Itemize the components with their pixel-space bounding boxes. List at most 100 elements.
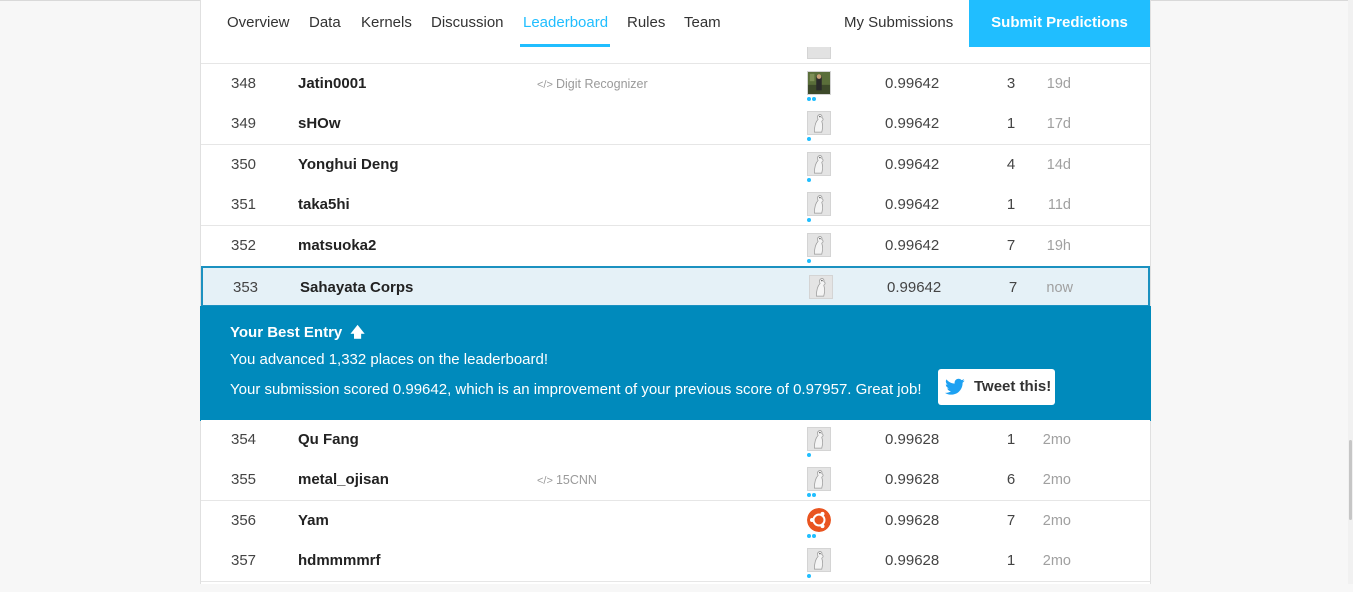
last-submission-cell: 17d — [1046, 116, 1071, 133]
team-name-link[interactable]: sHOw — [298, 104, 341, 144]
kernel-link[interactable]: </> 15CNN — [537, 460, 597, 501]
team-member-avatar[interactable] — [807, 548, 831, 573]
tweet-button-label: Tweet this! — [974, 378, 1052, 395]
kernel-name: Digit Recognizer — [555, 77, 648, 91]
table-row[interactable]: 357 hdmmmmrf 0.99628 1 2mo — [201, 541, 1150, 583]
team-member-avatar[interactable] — [807, 111, 831, 136]
score-cell: 0.99642 — [885, 196, 940, 214]
last-submission-cell: 11d — [1047, 197, 1071, 214]
team-name-link[interactable]: hdmmmmrf — [298, 541, 381, 581]
table-row[interactable]: 354 Qu Fang 0.99628 1 2mo — [201, 420, 1150, 461]
rank-cell: 350 — [231, 155, 257, 173]
last-submission-cell: 2mo — [1042, 553, 1071, 570]
team-member-avatar[interactable] — [807, 71, 831, 95]
team-member-avatar[interactable] — [807, 507, 831, 532]
kernel-link[interactable]: </> Digit Recognizer — [537, 64, 648, 105]
dot-indicator — [812, 533, 816, 538]
score-cell: 0.99642 — [885, 75, 940, 92]
submission-dots — [807, 97, 817, 101]
team-name-link[interactable]: Sahayata Corps — [300, 268, 413, 308]
team-member-avatar[interactable] — [807, 467, 831, 492]
dot-indicator — [807, 453, 811, 457]
tab-overview[interactable]: Overview — [227, 14, 290, 31]
entries-cell: 7 — [1008, 279, 1018, 296]
rank-cell: 352 — [231, 236, 257, 254]
avatar[interactable] — [807, 47, 831, 59]
team-member-avatar[interactable] — [807, 151, 831, 176]
team-name-link[interactable]: taka5hi — [298, 185, 350, 225]
team-name-link[interactable]: Yonghui Deng — [298, 145, 399, 185]
dot-indicator — [807, 137, 811, 142]
arrow-up-icon: 🡅 — [350, 324, 365, 340]
team-member-avatar[interactable] — [807, 232, 831, 257]
table-row[interactable]: 356 Yam 0.99628 7 2mo — [201, 500, 1150, 542]
twitter-icon — [945, 378, 965, 395]
submission-dots — [807, 258, 812, 263]
submission-dots — [807, 137, 812, 142]
team-member-avatar[interactable] — [807, 192, 831, 217]
tab-data[interactable]: Data — [309, 14, 341, 31]
entries-cell: 6 — [1006, 471, 1016, 489]
dot-indicator — [807, 218, 811, 223]
entries-cell: 3 — [1006, 75, 1016, 92]
submission-dots — [807, 218, 812, 223]
rank-cell: 353 — [233, 279, 259, 296]
rank-cell: 351 — [231, 196, 257, 214]
tab-rules[interactable]: Rules — [627, 14, 665, 31]
last-submission-cell: now — [1046, 280, 1073, 296]
best-entry-title-text: Your Best Entry — [230, 324, 343, 341]
team-name-link[interactable]: Yam — [298, 501, 329, 541]
team-member-avatar[interactable] — [809, 275, 833, 299]
last-submission-cell: 19h — [1046, 237, 1071, 254]
table-row[interactable]: 349 sHOw 0.99642 1 17d — [201, 104, 1150, 146]
entries-cell: 4 — [1006, 155, 1016, 173]
team-name-link[interactable]: Jatin0001 — [298, 64, 366, 104]
tab-leaderboard[interactable]: Leaderboard — [523, 14, 608, 31]
kernel-name: 15CNN — [555, 473, 597, 488]
leaderboard-panel: Overview Data Kernels Discussion Leaderb… — [200, 0, 1151, 584]
team-member-avatar[interactable] — [807, 427, 831, 451]
my-leaderboard-row[interactable]: 353 Sahayata Corps 0.99642 7 now — [201, 266, 1150, 307]
table-row[interactable]: 351 taka5hi 0.99642 1 11d — [201, 185, 1150, 227]
table-row-partial — [201, 47, 1150, 64]
rank-cell: 348 — [231, 75, 257, 92]
table-row[interactable]: 350 Yonghui Deng 0.99642 4 14d — [201, 144, 1150, 186]
last-submission-cell: 2mo — [1042, 512, 1071, 529]
rank-cell: 355 — [231, 471, 257, 489]
tab-team[interactable]: Team — [684, 14, 721, 31]
dot-indicator — [807, 258, 811, 263]
score-cell: 0.99642 — [885, 236, 940, 254]
score-cell: 0.99642 — [887, 279, 942, 296]
last-submission-cell: 2mo — [1042, 432, 1071, 448]
table-row[interactable]: 348 Jatin0001 </> Digit Recognizer 0.99642 3… — [201, 64, 1150, 105]
last-submission-cell: 19d — [1046, 76, 1071, 92]
scrollbar[interactable] — [1348, 0, 1353, 584]
team-name-link[interactable]: metal_ojisan — [298, 460, 389, 500]
dot-indicator — [807, 533, 811, 538]
tab-discussion[interactable]: Discussion — [431, 14, 504, 31]
tweet-button[interactable]: Tweet this! — [938, 369, 1055, 405]
tab-kernels[interactable]: Kernels — [361, 14, 412, 31]
team-name-link[interactable]: matsuoka2 — [298, 226, 376, 266]
competition-nav: Overview Data Kernels Discussion Leaderb… — [201, 0, 1150, 48]
dot-indicator — [807, 177, 811, 182]
rank-cell: 357 — [231, 552, 257, 570]
last-submission-cell: 2mo — [1042, 472, 1071, 489]
best-entry-banner: Your Best Entry 🡅 You advanced 1,332 pla… — [200, 306, 1151, 421]
team-name-link[interactable]: Qu Fang — [298, 420, 359, 460]
dot-indicator — [807, 97, 811, 101]
submit-predictions-button[interactable]: Submit Predictions — [969, 0, 1150, 47]
submission-dots — [807, 493, 817, 498]
last-submission-cell: 14d — [1046, 156, 1071, 173]
rank-cell: 356 — [231, 511, 257, 529]
score-cell: 0.99628 — [885, 471, 940, 489]
score-cell: 0.99642 — [885, 155, 940, 173]
score-message: Your submission scored 0.99642, which is… — [230, 381, 922, 398]
my-submissions-link[interactable]: My Submissions — [844, 14, 953, 31]
dot-indicator — [807, 574, 811, 579]
table-row[interactable]: 355 metal_ojisan </> 15CNN 0.99628 6 2mo — [201, 460, 1150, 502]
scrollbar-thumb[interactable] — [1349, 440, 1352, 520]
submission-dots — [807, 453, 812, 457]
table-row[interactable]: 352 matsuoka2 0.99642 7 19h — [201, 225, 1150, 267]
dot-indicator — [812, 493, 816, 498]
